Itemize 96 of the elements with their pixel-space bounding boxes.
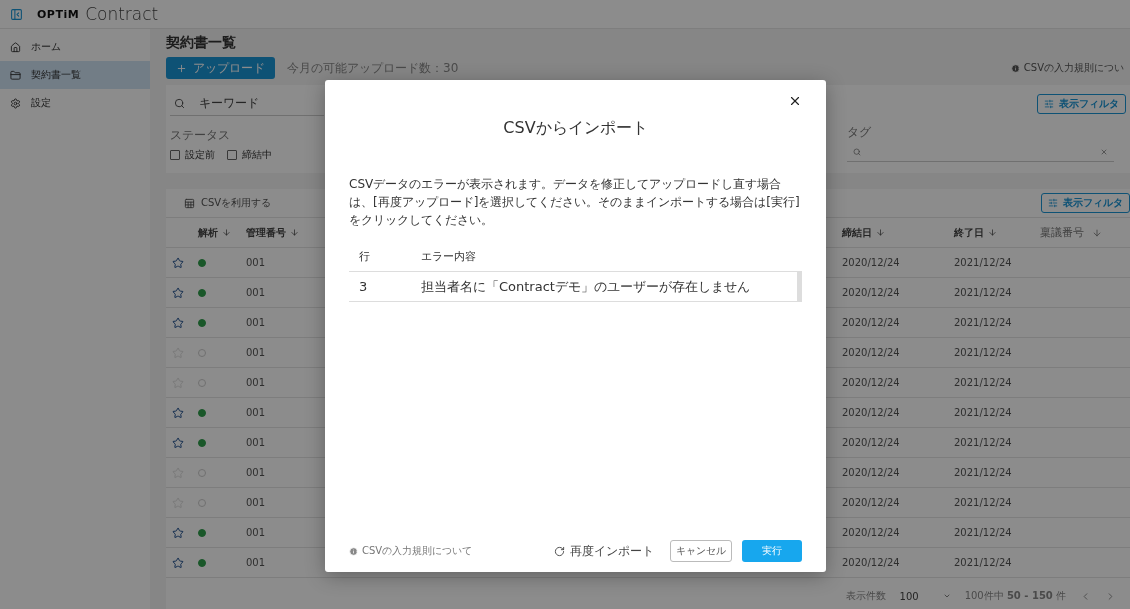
keyword-field[interactable]: キーワード (170, 91, 324, 116)
table-cell-text: 001 (246, 527, 267, 538)
table-cell-text: 2020/12/24 (842, 257, 901, 268)
reimport-button[interactable]: 再度インポート (548, 541, 660, 561)
table-cell-text: 2021/12/24 (954, 257, 1013, 268)
table-cell-text: 001 (246, 377, 267, 388)
sidebar-item[interactable]: 設定 (0, 89, 150, 117)
star-icon[interactable] (172, 256, 184, 269)
search-icon (853, 148, 861, 156)
cancel-button[interactable]: キャンセル (670, 540, 732, 562)
table-cell-text: 2020/12/24 (842, 437, 901, 448)
table-cell-text: 001 (246, 407, 267, 418)
spreadsheet-icon (184, 197, 195, 209)
table-cell-text: 2021/12/24 (954, 377, 1013, 388)
dialog-message: CSVデータのエラーが表示されます。データを修正してアップロードし直す場合は、[再度アップロード]を選択してください。そのままインポートする場合は[実行]をクリックしてください。 (349, 176, 801, 229)
table-cell-text: 2021/12/24 (954, 467, 1013, 478)
column-header[interactable]: 終了日 (954, 225, 1040, 240)
upload-button[interactable]: アップロード (166, 57, 275, 79)
star-icon[interactable] (172, 286, 184, 299)
sliders-icon (1044, 98, 1054, 109)
sort-arrow-icon (222, 228, 231, 237)
csv-rules-link[interactable]: CSVの入力規則につい (1010, 61, 1124, 75)
column-header[interactable]: 稟議番号 (1040, 225, 1130, 240)
home-icon (10, 41, 21, 53)
star-icon[interactable] (172, 316, 184, 329)
app-title: Contract (85, 4, 159, 24)
table-cell-text: 2021/12/24 (954, 347, 1013, 358)
star-icon[interactable] (172, 556, 184, 569)
table-cell-text: 担当者名に「Contractデモ」のユーザーが存在しません (421, 277, 751, 296)
per-page-select[interactable]: 100 (899, 590, 951, 602)
logo-text: OPTiM (37, 7, 80, 21)
star-icon[interactable] (172, 526, 184, 539)
display-filter-button[interactable]: 表示フィルタ (1037, 93, 1126, 114)
table-cell-text: 2021/12/24 (954, 557, 1013, 568)
table-cell-text: 2020/12/24 (842, 407, 901, 418)
table-cell-text: 2020/12/24 (842, 317, 901, 328)
sliders-icon (1048, 198, 1058, 208)
table-cell-text: 2020/12/24 (842, 377, 901, 388)
folder-icon (10, 69, 21, 81)
table-cell-text: 2021/12/24 (954, 317, 1013, 328)
table-cell-text: 2021/12/24 (954, 497, 1013, 508)
column-header[interactable]: 管理番号 (246, 225, 326, 240)
tag-label: タグ (847, 124, 872, 141)
close-button[interactable] (788, 94, 802, 108)
table-cell-text: 2020/12/24 (842, 347, 901, 358)
status-label: ステータス (170, 127, 231, 144)
close-icon (788, 94, 802, 108)
table-cell-text: 001 (246, 347, 267, 358)
table-cell-text: 001 (246, 257, 267, 268)
checkbox[interactable] (170, 150, 180, 160)
sort-arrow-icon (1092, 227, 1102, 238)
display-filter-button[interactable]: 表示フィルタ (1041, 193, 1130, 213)
table-cell-text: 2020/12/24 (842, 467, 901, 478)
table-cell-text: 2021/12/24 (954, 407, 1013, 418)
page-title: 契約書一覧 (166, 33, 237, 52)
checkbox-label: 締結中 (242, 148, 272, 162)
menu-icon[interactable] (10, 7, 23, 21)
table-cell-text: 2020/12/24 (842, 287, 901, 298)
caret-icon (942, 592, 951, 600)
search-icon (174, 97, 185, 109)
gear-icon (10, 97, 21, 109)
table-cell-text: 2020/12/24 (842, 497, 901, 508)
execute-button[interactable]: 実行 (742, 540, 802, 562)
table-cell-text: 001 (246, 467, 267, 478)
table-cell-text: 2021/12/24 (954, 437, 1013, 448)
csv-rules-link[interactable]: CSVの入力規則について (349, 544, 473, 558)
column-header[interactable]: 締結日 (842, 225, 954, 240)
star-icon[interactable] (172, 436, 184, 449)
column-header[interactable]: 解析 (198, 225, 246, 240)
page-range: 100件中 50 - 150 件 (964, 589, 1066, 603)
checkbox-label: 設定前 (185, 148, 215, 162)
sort-arrow-icon (290, 228, 299, 237)
star-icon[interactable] (172, 406, 184, 419)
table-cell-text: 001 (246, 287, 267, 298)
dialog-title: CSVからインポート (503, 118, 648, 139)
table-cell-text: 2020/12/24 (842, 527, 901, 538)
table-cell-text: 2021/12/24 (954, 287, 1013, 298)
table-cell-text: 3 (359, 279, 369, 294)
table-cell-text: 001 (246, 317, 267, 328)
plus-icon (176, 62, 187, 74)
refresh-icon (554, 545, 565, 557)
sort-arrow-icon (876, 228, 885, 237)
column-header: 行 (359, 248, 371, 264)
info-icon (349, 546, 358, 556)
table-cell-text: 2021/12/24 (954, 527, 1013, 538)
table-cell-text: 001 (246, 437, 267, 448)
table-cell-text: 001 (246, 497, 267, 508)
csv-button[interactable]: CSVを利用する (178, 195, 278, 211)
checkbox[interactable] (227, 150, 237, 160)
table-cell-text: 001 (246, 557, 267, 568)
clear-icon[interactable] (1100, 148, 1108, 156)
info-icon (1010, 63, 1020, 73)
sort-arrow-icon (988, 228, 997, 237)
sidebar-item[interactable]: ホーム (0, 33, 150, 61)
table-cell-text: 2020/12/24 (842, 557, 901, 568)
column-header: エラー内容 (421, 248, 477, 264)
